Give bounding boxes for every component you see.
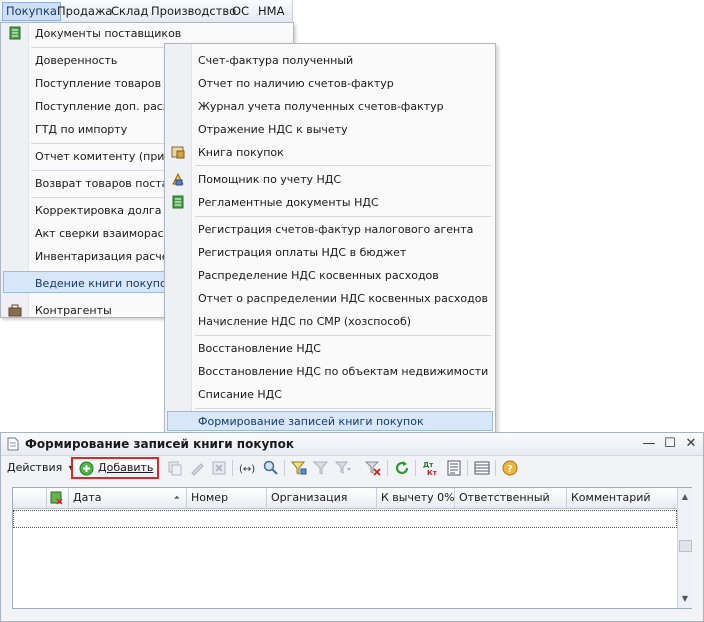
column-date-header[interactable]: Дата ⏶ (69, 488, 187, 508)
scroll-up-icon[interactable]: ▲ (680, 492, 690, 501)
column-date-label: Дата (73, 491, 102, 504)
column-number-header[interactable]: Номер (187, 488, 267, 508)
window-title: Формирование записей книги покупок (25, 437, 294, 451)
submenu-item-invoices-journal[interactable]: Журнал учета полученных счетов-фактур (198, 99, 444, 115)
actions-label: Действия (7, 461, 63, 474)
submenu-item-invoices-report[interactable]: Отчет по наличию счетов-фактур (198, 76, 394, 92)
scroll-down-icon[interactable]: ▼ (680, 594, 690, 603)
menu-item-debt-adjustment[interactable]: Корректировка долга (35, 203, 161, 219)
menu-item-reconciliation-act[interactable]: Акт сверки взаиморасчет (35, 226, 183, 242)
column-comment-header[interactable]: Комментарий (567, 488, 677, 508)
table-header: Дата ⏶ Номер Организация К вычету 0% Отв… (13, 488, 677, 509)
toolbar-separator (467, 460, 468, 476)
submenu-item-vat-deduction[interactable]: Отражение НДС к вычету (198, 122, 348, 138)
column-responsible-header[interactable]: Ответственный (455, 488, 567, 508)
menu-purchase[interactable]: Покупка (2, 2, 61, 21)
submenu-item-vat-restoration[interactable]: Восстановление НДС (198, 341, 321, 357)
minimize-icon[interactable]: — (641, 436, 657, 452)
menu-production[interactable]: Производство (151, 4, 236, 19)
clear-filter-icon[interactable] (365, 460, 381, 476)
submenu-item-indirect-vat-report[interactable]: Отчет о распределении НДС косвенных расх… (198, 291, 488, 307)
structure-icon[interactable] (446, 460, 462, 476)
filter-history-icon[interactable] (335, 460, 351, 476)
submenu-item-vat-routine-docs[interactable]: Регламентные документы НДС (198, 195, 379, 211)
submenu-item-purchase-ledger-entries[interactable]: Формирование записей книги покупок (198, 414, 424, 430)
copy-icon[interactable] (167, 460, 183, 476)
svg-text:Дт: Дт (423, 461, 434, 469)
close-icon[interactable]: ✕ (683, 436, 699, 452)
menu-separator (195, 165, 491, 166)
help-icon[interactable]: ? (502, 460, 518, 476)
refresh-icon[interactable] (394, 460, 410, 476)
find-icon[interactable] (263, 460, 279, 476)
contractors-icon (8, 304, 22, 317)
submenu-item-purchase-book[interactable]: Книга покупок (198, 145, 284, 161)
purchase-ledger-submenu: Счет-фактура полученный Отчет по наличию… (164, 43, 496, 433)
menu-item-supplier-documents[interactable]: Документы поставщиков (35, 26, 181, 42)
toolbar-separator (495, 460, 496, 476)
filter-icon[interactable] (313, 460, 329, 476)
menu-fixed-assets[interactable]: ОС (232, 4, 249, 19)
vertical-scrollbar[interactable]: ▲ ▼ (677, 488, 692, 608)
menu-item-power-of-attorney[interactable]: Доверенность (35, 53, 117, 69)
debit-credit-icon[interactable]: ДтКт (422, 460, 438, 476)
interval-icon[interactable]: (↔) (239, 460, 255, 476)
table-row[interactable] (13, 510, 677, 528)
svg-text:(↔): (↔) (239, 464, 255, 475)
menu-item-purchase-ledger[interactable]: Ведение книги покупок (35, 276, 173, 292)
submenu-item-vat-payment[interactable]: Регистрация оплаты НДС в бюджет (198, 245, 406, 261)
submenu-icon-strip (165, 44, 192, 432)
menu-item-contractors[interactable]: Контрагенты (35, 303, 112, 319)
toolbar-separator (387, 460, 388, 476)
submenu-item-vat-assistant[interactable]: Помощник по учету НДС (198, 172, 341, 188)
menu-item-goods-receipt[interactable]: Поступление товаров и у (35, 76, 182, 92)
vat-routine-docs-icon (172, 195, 184, 209)
actions-menu[interactable]: Действия ▼ (7, 460, 75, 477)
column-icon-header[interactable] (13, 488, 47, 508)
toolbar-separator (284, 460, 285, 476)
menu-separator (195, 408, 491, 409)
document-status-icon (50, 491, 63, 505)
add-label: Добавить (98, 461, 154, 474)
form-window: Формирование записей книги покупок — ☐ ✕… (0, 432, 704, 622)
filter-settings-icon[interactable] (291, 460, 307, 476)
purchase-book-icon (171, 146, 185, 159)
menu-sales[interactable]: Продажа (57, 4, 112, 19)
submenu-item-vat-restoration-realty[interactable]: Восстановление НДС по объектам недвижимо… (198, 364, 488, 380)
submenu-item-indirect-vat-distribution[interactable]: Распределение НДС косвенных расходов (198, 268, 439, 284)
maximize-icon[interactable]: ☐ (662, 436, 678, 452)
vat-assistant-icon (172, 172, 184, 186)
document-icon (7, 437, 19, 451)
add-button[interactable]: Добавить (71, 457, 159, 479)
toolbar-separator (232, 460, 233, 476)
menu-separator (195, 216, 491, 217)
submenu-item-vat-writeoff[interactable]: Списание НДС (198, 387, 282, 403)
sort-icon: ⏶ (173, 493, 180, 502)
column-organization-header[interactable]: Организация (267, 488, 377, 508)
menu-item-import-customs[interactable]: ГТД по импорту (35, 122, 127, 138)
menu-warehouse[interactable]: Склад (111, 4, 148, 19)
window-title-bar[interactable]: Формирование записей книги покупок — ☐ ✕ (1, 433, 703, 456)
supplier-documents-icon (9, 26, 21, 40)
svg-text:?: ? (507, 464, 513, 475)
list-settings-icon[interactable] (474, 460, 490, 476)
menu-item-return-to-supplier[interactable]: Возврат товаров поставщ (35, 176, 185, 192)
scroll-thumb[interactable] (679, 540, 692, 552)
menu-separator (195, 335, 491, 336)
toolbar-separator (415, 460, 416, 476)
svg-text:Кт: Кт (427, 469, 438, 476)
add-icon (79, 461, 94, 476)
menu-intangible-assets[interactable]: НМА (258, 4, 284, 19)
column-deduction-header[interactable]: К вычету 0% (377, 488, 455, 508)
form-toolbar: Действия ▼ Добавить (↔) ДтКт ? (1, 455, 703, 481)
submenu-item-construction-vat[interactable]: Начисление НДС по СМР (хозспособ) (198, 314, 411, 330)
delete-icon[interactable] (211, 460, 227, 476)
submenu-item-tax-agent-invoices[interactable]: Регистрация счетов-фактур налогового аге… (198, 222, 473, 238)
records-table: Дата ⏶ Номер Организация К вычету 0% Отв… (12, 487, 692, 609)
edit-icon[interactable] (189, 460, 205, 476)
submenu-item-invoice-received[interactable]: Счет-фактура полученный (198, 53, 353, 69)
main-menu-bar: Покупка Продажа Склад Производство ОС НМ… (0, 0, 293, 23)
column-status-header[interactable] (47, 488, 69, 508)
